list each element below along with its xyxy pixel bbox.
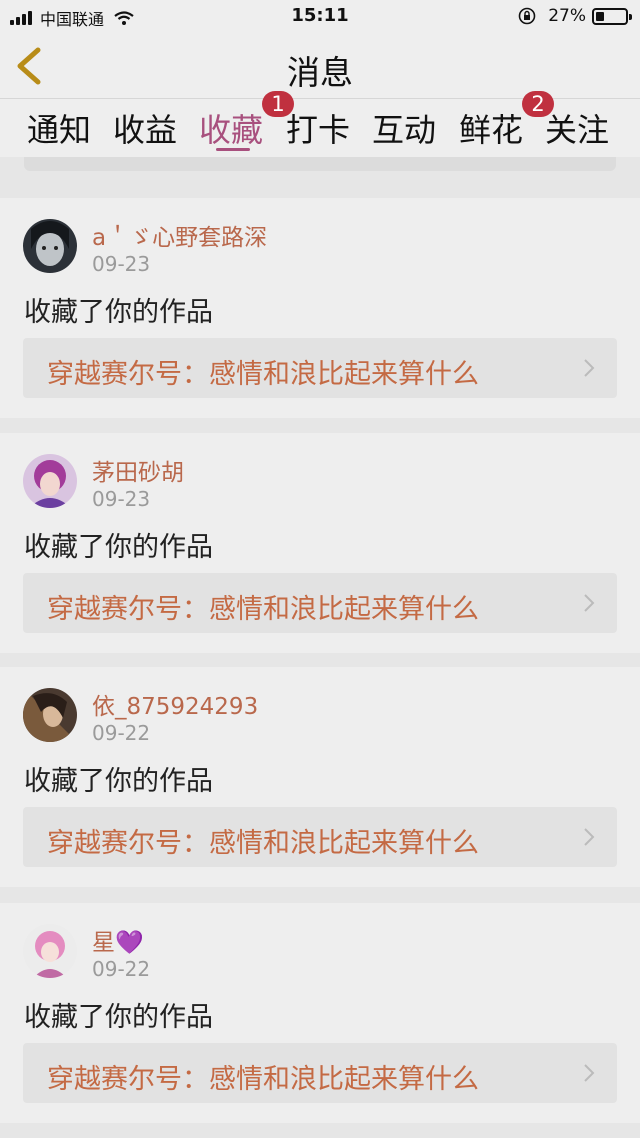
action-text: 收藏了你的作品 bbox=[24, 766, 213, 797]
avatar[interactable] bbox=[23, 454, 77, 508]
battery-percent: 27% bbox=[548, 6, 586, 26]
status-bar: 中国联通 15:11 27% bbox=[0, 0, 640, 34]
work-title: 穿越赛尔号：感情和浪比起来算什么 bbox=[47, 594, 479, 625]
active-tab-indicator bbox=[216, 148, 250, 151]
avatar[interactable] bbox=[23, 688, 77, 742]
username[interactable]: a＇ゞ心野套路深 bbox=[92, 218, 267, 252]
avatar[interactable] bbox=[23, 924, 77, 978]
action-text: 收藏了你的作品 bbox=[24, 1002, 213, 1033]
nav-bar: 消息 bbox=[0, 34, 640, 99]
tab-checkin[interactable]: 打卡 bbox=[286, 105, 350, 151]
tab-flowers-badge: 2 bbox=[522, 91, 554, 117]
list-item: 依_875924293 09-22 收藏了你的作品 穿越赛尔号：感情和浪比起来算… bbox=[0, 667, 640, 887]
tab-favorites[interactable]: 收藏 bbox=[199, 105, 263, 151]
tab-notifications[interactable]: 通知 bbox=[27, 105, 91, 151]
work-link[interactable]: 穿越赛尔号：感情和浪比起来算什么 bbox=[23, 1043, 617, 1103]
collapsed-strip bbox=[24, 157, 616, 171]
chevron-right-icon bbox=[584, 828, 595, 846]
work-link[interactable]: 穿越赛尔号：感情和浪比起来算什么 bbox=[23, 807, 617, 867]
work-link[interactable]: 穿越赛尔号：感情和浪比起来算什么 bbox=[23, 338, 617, 398]
work-link[interactable]: 穿越赛尔号：感情和浪比起来算什么 bbox=[23, 573, 617, 633]
chevron-right-icon bbox=[584, 594, 595, 612]
avatar[interactable] bbox=[23, 219, 77, 273]
battery-level bbox=[596, 11, 604, 21]
tab-follows[interactable]: 关注 bbox=[545, 105, 609, 151]
tab-flowers[interactable]: 鲜花 bbox=[459, 105, 523, 151]
item-date: 09-22 bbox=[92, 721, 151, 745]
battery-icon bbox=[592, 7, 632, 25]
username[interactable]: 茅田砂胡 bbox=[92, 453, 184, 487]
tab-favorites-badge: 1 bbox=[262, 91, 294, 117]
username[interactable]: 依_875924293 bbox=[92, 687, 258, 721]
work-title: 穿越赛尔号：感情和浪比起来算什么 bbox=[47, 359, 479, 390]
username[interactable]: 星💜 bbox=[92, 923, 144, 957]
action-text: 收藏了你的作品 bbox=[24, 532, 213, 563]
work-title: 穿越赛尔号：感情和浪比起来算什么 bbox=[47, 828, 479, 859]
item-date: 09-22 bbox=[92, 957, 151, 981]
list-item: a＇ゞ心野套路深 09-23 收藏了你的作品 穿越赛尔号：感情和浪比起来算什么 bbox=[0, 198, 640, 418]
page-title: 消息 bbox=[287, 53, 353, 92]
chevron-right-icon bbox=[584, 359, 595, 377]
item-date: 09-23 bbox=[92, 487, 151, 511]
action-text: 收藏了你的作品 bbox=[24, 297, 213, 328]
list-item: 茅田砂胡 09-23 收藏了你的作品 穿越赛尔号：感情和浪比起来算什么 bbox=[0, 433, 640, 653]
work-title: 穿越赛尔号：感情和浪比起来算什么 bbox=[47, 1064, 479, 1095]
rotation-lock-icon bbox=[518, 7, 536, 25]
item-date: 09-23 bbox=[92, 252, 151, 276]
list-item: 星💜 09-22 收藏了你的作品 穿越赛尔号：感情和浪比起来算什么 bbox=[0, 903, 640, 1123]
tab-interactions[interactable]: 互动 bbox=[372, 105, 436, 151]
chevron-right-icon bbox=[584, 1064, 595, 1082]
tab-earnings[interactable]: 收益 bbox=[113, 105, 177, 151]
